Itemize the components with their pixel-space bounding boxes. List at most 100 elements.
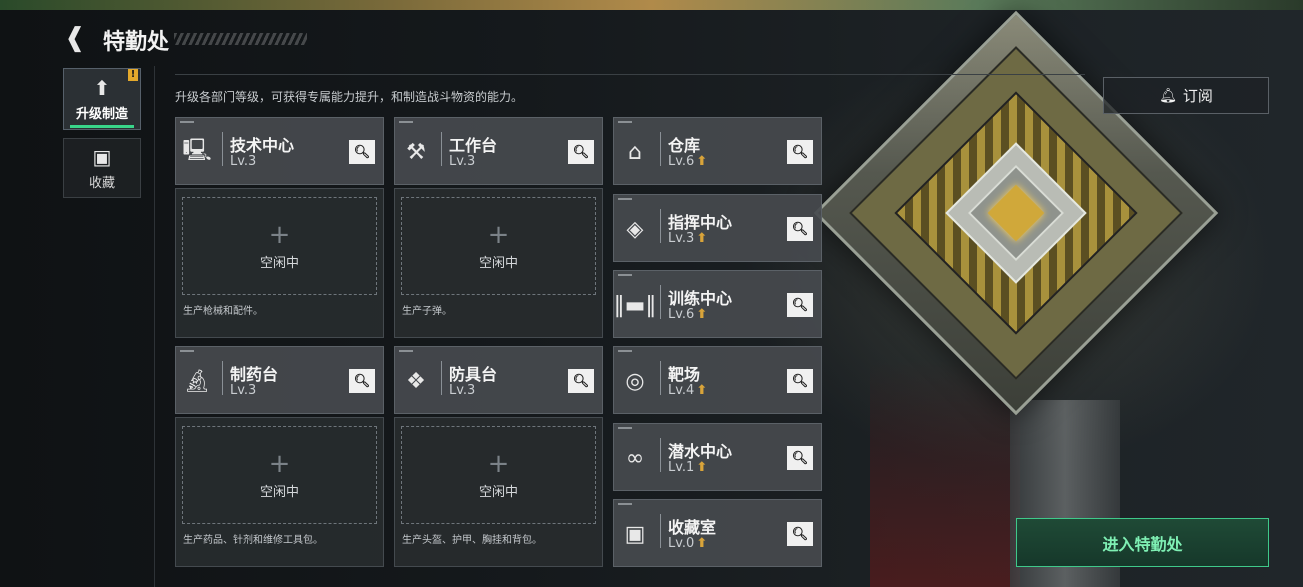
empty-slot[interactable]: + 空闲中 [182,197,377,295]
search-button[interactable]: 🔍︎ [787,446,813,470]
tab-collection[interactable]: ▣ 收藏 [63,138,141,198]
collection-icon: ▣ [92,144,112,169]
facility-name: 工作台 [449,136,498,155]
divider [660,514,661,548]
upgrade-available-icon: ⬆ [696,154,708,169]
search-icon: 🔍︎ [353,373,371,389]
search-button[interactable]: 🔍︎ [349,140,375,164]
search-button[interactable]: 🔍︎ [568,369,594,393]
card-decoration [399,350,413,352]
facility-name: 收藏室 [668,518,717,537]
slot-description: 生产子弹。 [402,306,452,317]
tab-label: 升级制造 [75,106,128,122]
facility-card-tech-center[interactable]: 🖳︎ 技术中心 Lv.3 🔍︎ [175,117,384,185]
facility-level: Lv.3 [449,383,476,398]
upgrade-available-icon: ⬆ [696,536,708,551]
facility-name: 制药台 [230,365,279,384]
search-icon: 🔍︎ [791,297,809,313]
divider [441,361,442,395]
facility-name: 技术中心 [230,136,295,155]
card-decoration [618,121,632,123]
search-button[interactable]: 🔍︎ [787,522,813,546]
back-button[interactable]: ❰ [64,25,86,51]
card-decoration [618,350,632,352]
upgrade-icon: ⬆ [93,75,111,100]
dumbbell-icon: ‖▬‖ [613,292,657,318]
search-icon: 🔍︎ [791,221,809,237]
facility-card-armor-bench[interactable]: ❖ 防具台 Lv.3 🔍︎ [394,346,603,414]
search-button[interactable]: 🔍︎ [787,217,813,241]
slot-status: 空闲中 [259,484,299,500]
facility-level: Lv.6 ⬆ [668,307,708,322]
search-button[interactable]: 🔍︎ [787,140,813,164]
production-slot-workbench[interactable]: + 空闲中 生产子弹。 [394,188,603,338]
facility-card-collection-room[interactable]: ▣ 收藏室 Lv.0 ⬆ 🔍︎ [613,499,822,567]
facility-card-warehouse[interactable]: ⌂ 仓库 Lv.6 ⬆ 🔍︎ [613,117,822,185]
production-slot-armor-bench[interactable]: + 空闲中 生产头盔、护甲、胸挂和背包。 [394,417,603,567]
tools-icon: ⚒ [406,139,426,165]
production-slot-tech-center[interactable]: + 空闲中 生产枪械和配件。 [175,188,384,338]
upgrade-available-icon: ⬆ [696,460,708,475]
divider [660,438,661,472]
divider [441,132,442,166]
facility-level: Lv.0 ⬆ [668,536,708,551]
card-decoration [618,274,632,276]
command-icon: ◈ [626,216,644,242]
facility-name: 仓库 [668,136,701,155]
search-button[interactable]: 🔍︎ [787,293,813,317]
divider [154,66,155,587]
search-button[interactable]: 🔍︎ [568,140,594,164]
empty-slot[interactable]: + 空闲中 [182,426,377,524]
plus-icon: + [487,448,510,479]
facility-level: Lv.3 [230,383,257,398]
upgrade-available-icon: ⬆ [696,307,708,322]
empty-slot[interactable]: + 空闲中 [401,197,596,295]
facility-name: 潜水中心 [668,442,733,461]
facility-name: 训练中心 [668,289,733,308]
page-title: 特勤处 [103,30,170,55]
facility-card-training-center[interactable]: ‖▬‖ 训练中心 Lv.6 ⬆ 🔍︎ [613,270,822,338]
facility-card-diving-center[interactable]: ∞ 潜水中心 Lv.1 ⬆ 🔍︎ [613,423,822,491]
facility-level: Lv.6 ⬆ [668,154,708,169]
facility-card-shooting-range[interactable]: ◎ 靶场 Lv.4 ⬆ 🔍︎ [613,346,822,414]
divider [660,132,661,166]
facility-name: 防具台 [449,365,498,384]
search-button[interactable]: 🔍︎ [349,369,375,393]
target-icon: ◎ [625,368,645,394]
facility-level: Lv.1 ⬆ [668,460,708,475]
facility-name: 指挥中心 [668,213,733,232]
facility-name: 靶场 [668,365,701,384]
bell-icon: 🔔︎ [1159,87,1177,104]
divider [175,74,1085,75]
tab-upgrade-manufacture[interactable]: ! ⬆ 升级制造 [63,68,141,130]
diving-mask-icon: ∞ [625,445,645,471]
search-icon: 🔍︎ [572,373,590,389]
divider [660,209,661,243]
divider [222,361,223,395]
plus-icon: + [268,219,291,250]
card-decoration [180,121,194,123]
computer-icon: 🖳︎ [182,138,212,163]
subscribe-label: 订阅 [1182,87,1213,105]
divider [660,361,661,395]
enter-headquarters-button[interactable]: 进入特勤处 [1016,518,1269,567]
production-slot-pharmacy[interactable]: + 空闲中 生产药品、针剂和维修工具包。 [175,417,384,567]
search-icon: 🔍︎ [353,144,371,160]
upgrade-available-icon: ⬆ [696,231,708,246]
slot-status: 空闲中 [259,255,299,271]
facility-level: Lv.3 ⬆ [668,231,708,246]
warehouse-icon: ⌂ [628,139,642,165]
facility-card-command-center[interactable]: ◈ 指挥中心 Lv.3 ⬆ 🔍︎ [613,194,822,262]
facility-card-workbench[interactable]: ⚒ 工作台 Lv.3 🔍︎ [394,117,603,185]
armor-icon: ❖ [406,368,426,394]
facility-card-pharmacy[interactable]: 🔬︎ 制药台 Lv.3 🔍︎ [175,346,384,414]
subscribe-button[interactable]: 🔔︎ 订阅 [1103,77,1269,114]
empty-slot[interactable]: + 空闲中 [401,426,596,524]
facility-level: Lv.4 ⬆ [668,383,708,398]
slot-description: 生产药品、针剂和维修工具包。 [183,535,323,546]
card-decoration [618,198,632,200]
facility-level: Lv.3 [449,154,476,169]
card-decoration [618,503,632,505]
top-banner-strip [0,0,1303,10]
search-button[interactable]: 🔍︎ [787,369,813,393]
